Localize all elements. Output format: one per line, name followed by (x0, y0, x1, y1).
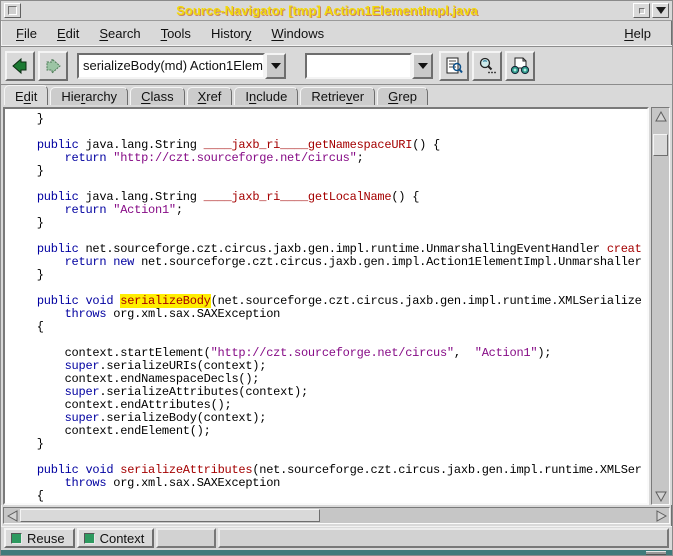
tab-hierarchy[interactable]: Hierarchy (50, 87, 128, 105)
reuse-label: Reuse (27, 531, 65, 546)
page-linked-circles-icon (509, 56, 531, 76)
status-panel-message (218, 528, 669, 548)
chevron-down-icon (271, 63, 281, 69)
tab-grep[interactable]: Grep (377, 87, 428, 105)
arrow-right-icon (656, 510, 667, 522)
menu-help[interactable]: Help (617, 23, 658, 44)
menu-tools[interactable]: Tools (154, 23, 198, 44)
scroll-down-button[interactable] (652, 488, 669, 504)
tab-include[interactable]: Include (234, 87, 298, 105)
menu-edit[interactable]: Edit (50, 23, 86, 44)
window-menu-icon (8, 6, 17, 15)
arrow-down-icon (655, 491, 667, 502)
arrow-left-icon (7, 510, 18, 522)
source-navigator-window: Source-Navigator [tmp] Action1ElementImp… (0, 0, 673, 556)
tab-xref[interactable]: Xref (187, 87, 233, 105)
menubar: File Edit Search Tools History Windows H… (1, 21, 672, 46)
tab-edit[interactable]: Edit (4, 85, 48, 105)
context-indicator-icon (84, 533, 95, 544)
vscroll-trough-bottom[interactable] (652, 156, 669, 488)
symbol-combobox: serializeBody(md) Action1Elemen (77, 53, 286, 79)
search-combobox (305, 53, 433, 79)
context-label: Context (100, 531, 145, 546)
window-title: Source-Navigator [tmp] Action1ElementImp… (21, 3, 633, 18)
titlebar[interactable]: Source-Navigator [tmp] Action1ElementImp… (1, 1, 672, 21)
window-menu-button[interactable] (4, 3, 21, 18)
horizontal-scrollbar[interactable] (3, 507, 670, 524)
document-magnifier-icon (444, 56, 464, 76)
tab-retriever[interactable]: Retriever (300, 87, 375, 105)
toolbar: serializeBody(md) Action1Elemen (1, 46, 672, 85)
forward-arrow-icon (44, 57, 62, 75)
statusbar: Reuse Context (1, 526, 672, 550)
vscroll-thumb[interactable] (653, 134, 668, 156)
resize-grip[interactable] (646, 551, 666, 555)
reuse-toggle-button[interactable]: Reuse (4, 528, 75, 548)
search-files-button[interactable] (472, 51, 502, 81)
scroll-up-button[interactable] (652, 108, 669, 124)
forward-button[interactable] (38, 51, 68, 81)
scroll-left-button[interactable] (4, 508, 20, 523)
window-bottom-edge (1, 550, 672, 555)
menu-history[interactable]: History (204, 23, 258, 44)
minimize-icon (639, 8, 645, 14)
hscroll-trough[interactable] (320, 508, 653, 523)
hscroll-thumb[interactable] (20, 509, 320, 522)
chevron-down-icon (418, 63, 428, 69)
editor-area: } public java.lang.String ____jaxb_ri___… (1, 105, 672, 505)
symbol-combobox-entry[interactable]: serializeBody(md) Action1Elemen (77, 53, 265, 79)
context-toggle-button[interactable]: Context (77, 528, 155, 548)
symbol-combobox-dropdown-button[interactable] (265, 53, 286, 79)
reuse-indicator-icon (11, 533, 22, 544)
status-panel-left (156, 528, 216, 548)
menu-windows[interactable]: Windows (264, 23, 331, 44)
scroll-right-button[interactable] (653, 508, 669, 523)
vertical-scrollbar[interactable] (651, 107, 670, 505)
find-symbol-button[interactable] (439, 51, 469, 81)
view-tabbar: Edit Hierarchy Class Xref Include Retrie… (1, 85, 672, 105)
minimize-button[interactable] (633, 3, 650, 18)
menu-file[interactable]: File (9, 23, 44, 44)
vscroll-trough-top[interactable] (652, 124, 669, 134)
back-button[interactable] (5, 51, 35, 81)
search-combobox-dropdown-button[interactable] (412, 53, 433, 79)
code-editor[interactable]: } public java.lang.String ____jaxb_ri___… (3, 107, 649, 505)
magnifier-ellipsis-icon (477, 56, 497, 76)
search-combobox-entry[interactable] (305, 53, 412, 79)
cross-reference-button[interactable] (505, 51, 535, 81)
maximize-button[interactable] (652, 3, 669, 18)
back-arrow-icon (11, 57, 29, 75)
maximize-icon (656, 7, 666, 14)
arrow-up-icon (655, 111, 667, 122)
tab-class[interactable]: Class (130, 87, 185, 105)
menu-search[interactable]: Search (92, 23, 147, 44)
